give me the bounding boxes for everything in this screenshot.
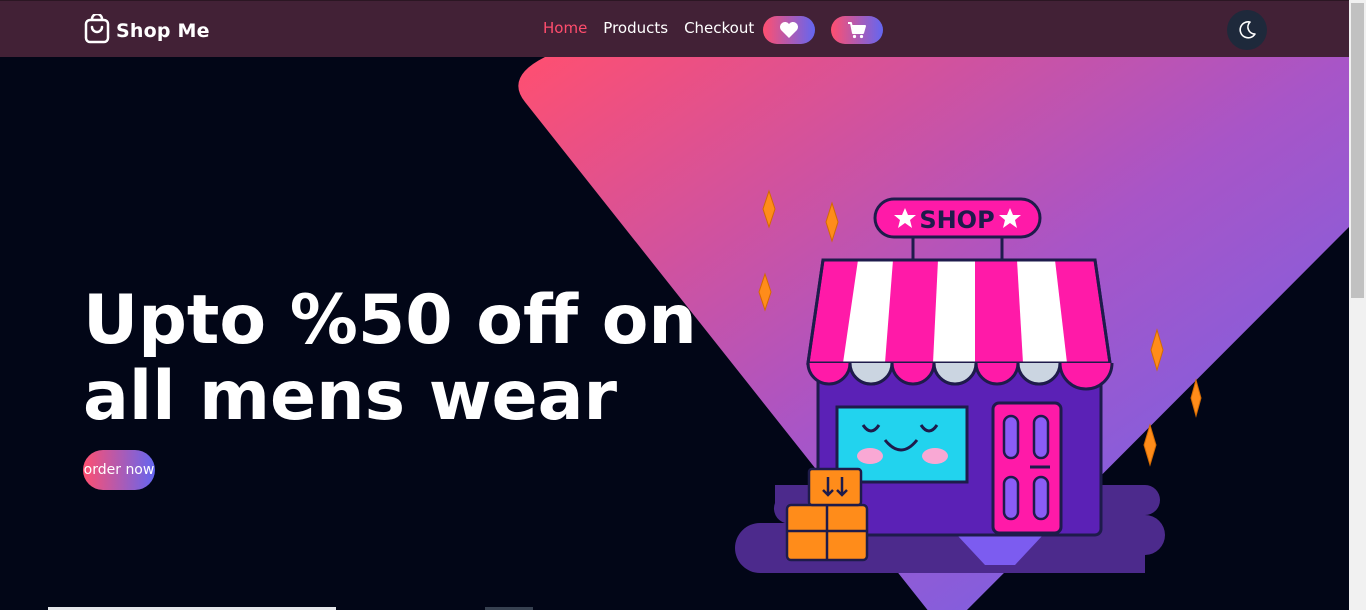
wishlist-button[interactable] [763, 16, 815, 44]
navbar: Shop Me Home Products Checkout [0, 0, 1349, 57]
order-now-button[interactable]: order now [83, 450, 155, 490]
shop-sign: SHOP [873, 197, 1042, 260]
svg-text:SHOP: SHOP [919, 206, 994, 234]
moon-icon [1239, 21, 1256, 39]
shop-door [991, 401, 1063, 535]
nav-link-products[interactable]: Products [603, 19, 668, 37]
brand-logo[interactable]: Shop Me [84, 12, 210, 48]
page-scrollbar-thumb[interactable] [1351, 3, 1364, 298]
shop-awning [806, 258, 1114, 391]
nav-link-checkout[interactable]: Checkout [684, 19, 754, 37]
brand-name: Shop Me [116, 20, 210, 42]
shop-illustration: SHOP [735, 189, 1202, 573]
heart-icon [780, 22, 798, 38]
theme-toggle-button[interactable] [1227, 10, 1267, 50]
nav-links: Home Products Checkout [543, 19, 754, 37]
shopping-bag-icon [84, 12, 110, 48]
hero-headline-line-2: all mens wear [83, 357, 618, 436]
package-boxes [785, 467, 869, 562]
hero-headline: Upto %50 off on all mens wear [83, 283, 703, 435]
nav-link-home[interactable]: Home [543, 19, 587, 37]
cart-icon [848, 22, 866, 39]
hero-headline-line-1: Upto %50 off on [83, 281, 697, 360]
cart-button[interactable] [831, 16, 883, 44]
